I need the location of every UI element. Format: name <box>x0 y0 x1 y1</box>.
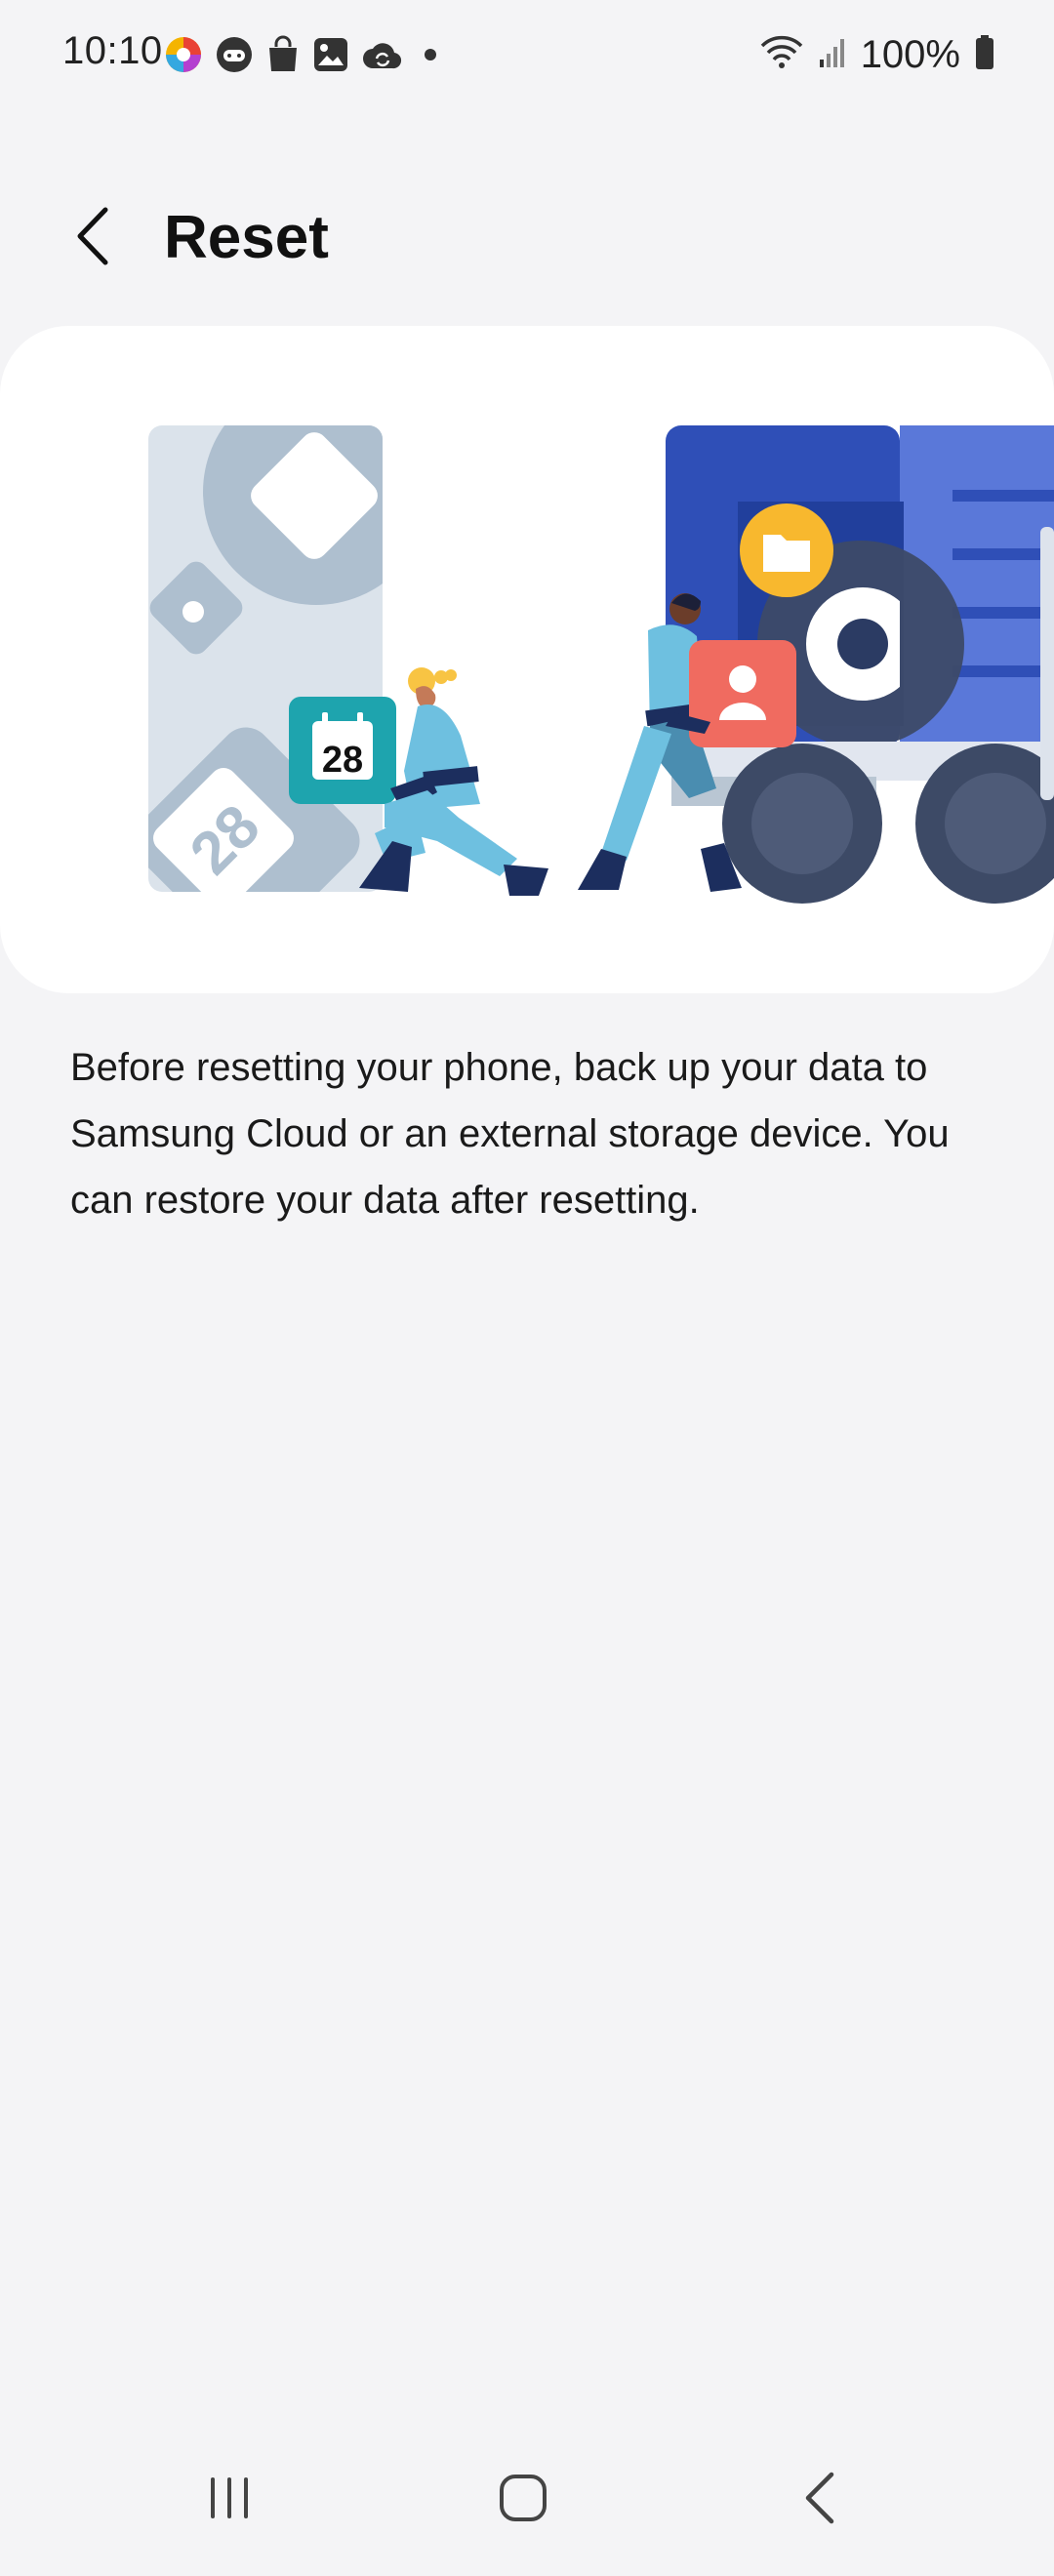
nav-back-button[interactable] <box>761 2449 878 2547</box>
folder-badge-illustration <box>740 503 833 597</box>
navigation-bar <box>0 2430 1054 2576</box>
small-calendar-day: 28 <box>322 740 363 781</box>
status-bar: 10:10 100% <box>0 0 1054 109</box>
app-colorful-icon <box>164 35 203 74</box>
system-icons: 100% <box>759 29 995 80</box>
page-title: Reset <box>164 204 329 271</box>
dot-icon <box>416 40 445 69</box>
gallery-icon <box>312 36 349 73</box>
reset-illustration-card: 28 28 <box>0 326 1054 993</box>
recent-apps-button[interactable] <box>171 2449 288 2547</box>
cloud-sync-icon <box>361 37 404 72</box>
shopping-bag-icon <box>265 35 301 74</box>
wifi-icon <box>759 34 804 76</box>
status-time: 10:10 <box>62 29 163 72</box>
reset-illustration: 28 28 <box>148 425 1054 904</box>
back-icon <box>805 2472 834 2524</box>
home-icon <box>500 2475 547 2521</box>
calendar-box-illustration: 28 <box>289 697 396 804</box>
game-icon <box>215 35 254 74</box>
signal-icon <box>818 36 847 74</box>
battery-icon <box>974 34 995 76</box>
reset-description: Before resetting your phone, back up you… <box>70 1046 950 1222</box>
home-button[interactable] <box>465 2449 582 2547</box>
back-button[interactable] <box>61 201 123 271</box>
chevron-left-icon <box>77 207 108 265</box>
app-bar: Reset <box>0 176 1054 293</box>
notification-icons <box>164 31 445 78</box>
recent-apps-icon <box>211 2477 248 2518</box>
battery-percentage: 100% <box>860 32 960 76</box>
